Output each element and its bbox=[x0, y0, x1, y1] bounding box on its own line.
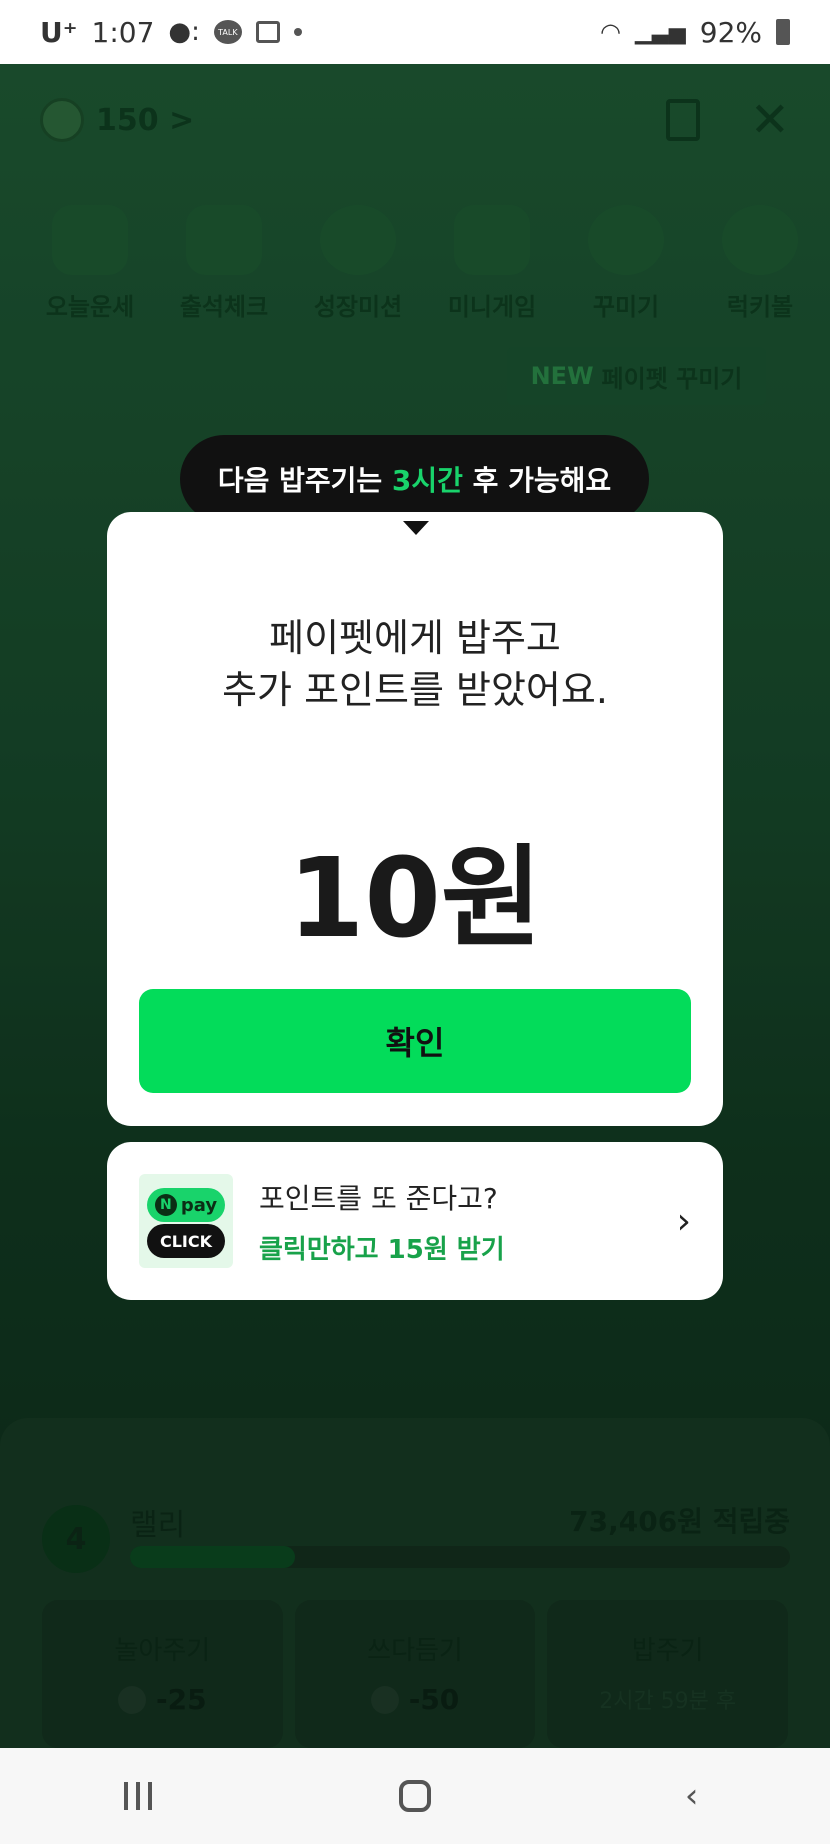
status-bar: U⁺ 1:07 ●: TALK ◠ ▁▃▅ 92% bbox=[0, 0, 830, 64]
npay-click-promo[interactable]: N pay CLICK 포인트를 또 준다고? 클릭만하고 15원 받기 › bbox=[107, 1142, 723, 1300]
home-button[interactable] bbox=[385, 1766, 445, 1826]
bubble-suffix: 후 가능해요 bbox=[462, 464, 612, 497]
notification-dot-icon bbox=[293, 28, 302, 36]
npay-pill: N pay bbox=[147, 1188, 225, 1222]
home-icon bbox=[398, 1780, 431, 1812]
back-button[interactable]: ‹ bbox=[662, 1766, 722, 1826]
npay-click-logo: N pay CLICK bbox=[139, 1174, 233, 1268]
image-icon bbox=[255, 21, 280, 43]
battery-icon bbox=[776, 19, 790, 45]
npay-pay-text: pay bbox=[180, 1194, 218, 1216]
wifi-icon: ◠ bbox=[600, 18, 621, 46]
next-feed-bubble: 다음 밥주기는 3시간 후 가능해요 bbox=[180, 435, 649, 523]
back-chevron-icon: ‹ bbox=[684, 1776, 699, 1816]
signal-icon: ▁▃▅ bbox=[635, 19, 686, 45]
confirm-button[interactable]: 확인 bbox=[139, 989, 691, 1093]
recent-apps-icon bbox=[124, 1782, 153, 1810]
battery-percent: 92% bbox=[699, 15, 762, 49]
kakaotalk-icon: TALK bbox=[213, 20, 242, 44]
talk-label: TALK bbox=[218, 27, 238, 37]
click-pill: CLICK bbox=[147, 1224, 225, 1258]
promo-subtext: 클릭만하고 15원 받기 bbox=[259, 1234, 505, 1265]
bubble-prefix: 다음 밥주기는 bbox=[217, 464, 392, 497]
promo-headline: 포인트를 또 준다고? bbox=[259, 1181, 498, 1215]
reward-amount: 10원 bbox=[287, 834, 543, 962]
reward-message-line1: 페이펫에게 밥주고 bbox=[269, 616, 561, 660]
bubble-highlight: 3시간 bbox=[391, 464, 463, 497]
promo-text: 포인트를 또 준다고? 클릭만하고 15원 받기 bbox=[259, 1177, 677, 1266]
chevron-right-icon: › bbox=[676, 1200, 691, 1242]
recent-apps-button[interactable] bbox=[108, 1766, 168, 1826]
npay-n-icon: N bbox=[154, 1194, 177, 1216]
carrier-label: U⁺ bbox=[40, 15, 78, 49]
bubble-tail bbox=[403, 521, 429, 535]
reward-message-line2: 추가 포인트를 받았어요. bbox=[222, 668, 608, 712]
clock: 1:07 bbox=[91, 15, 155, 49]
reward-modal: 페이펫에게 밥주고 추가 포인트를 받았어요. 10원 확인 bbox=[107, 512, 723, 1126]
system-nav-bar: ‹ bbox=[0, 1748, 830, 1844]
eye-icon: ●: bbox=[168, 17, 200, 47]
reward-message: 페이펫에게 밥주고 추가 포인트를 받았어요. bbox=[107, 612, 723, 716]
